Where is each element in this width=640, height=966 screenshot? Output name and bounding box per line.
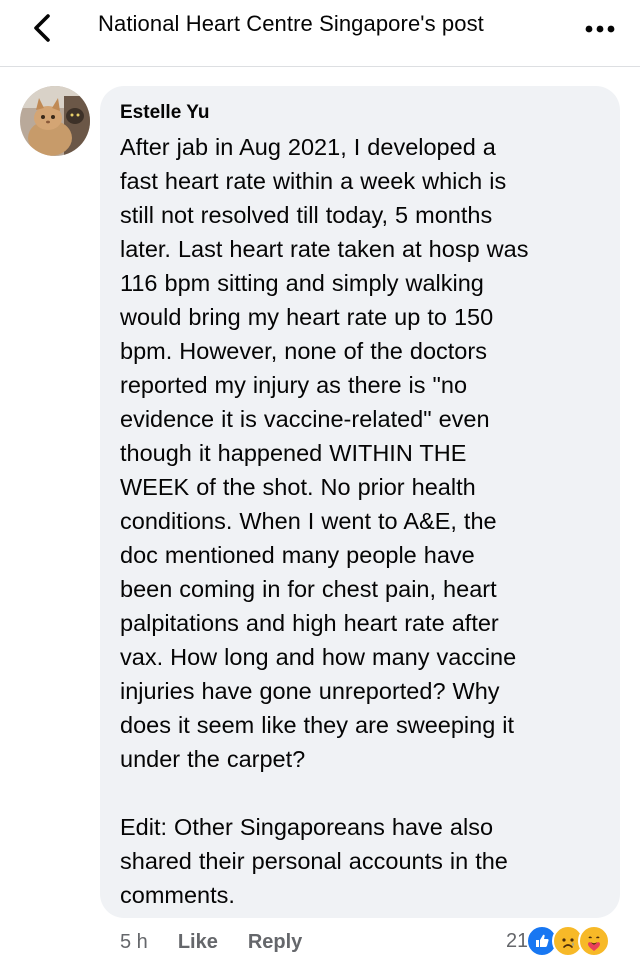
comment-author[interactable]: Estelle Yu bbox=[120, 102, 600, 124]
chevron-left-icon bbox=[34, 14, 50, 42]
reactions-summary[interactable]: 21 bbox=[506, 924, 611, 958]
care-reaction-icon bbox=[578, 925, 611, 957]
comment-bubble: Estelle Yu After jab in Aug 2021, I deve… bbox=[100, 86, 620, 918]
page-title: National Heart Centre Singapore's post bbox=[98, 11, 484, 36]
top-bar: National Heart Centre Singapore's post bbox=[0, 0, 640, 67]
more-options-button[interactable] bbox=[580, 14, 620, 44]
reaction-count: 21 bbox=[506, 929, 529, 952]
avatar[interactable] bbox=[20, 86, 90, 156]
reply-button[interactable]: Reply bbox=[248, 931, 302, 954]
more-horizontal-icon bbox=[585, 25, 615, 33]
like-button[interactable]: Like bbox=[178, 931, 218, 954]
comment-actions: 5 h Like Reply bbox=[120, 928, 302, 956]
cat-avatar-image bbox=[20, 86, 90, 156]
back-button[interactable] bbox=[22, 10, 62, 46]
comment-timestamp[interactable]: 5 h bbox=[120, 931, 148, 954]
comment-text: After jab in Aug 2021, I developed a fas… bbox=[120, 134, 529, 908]
